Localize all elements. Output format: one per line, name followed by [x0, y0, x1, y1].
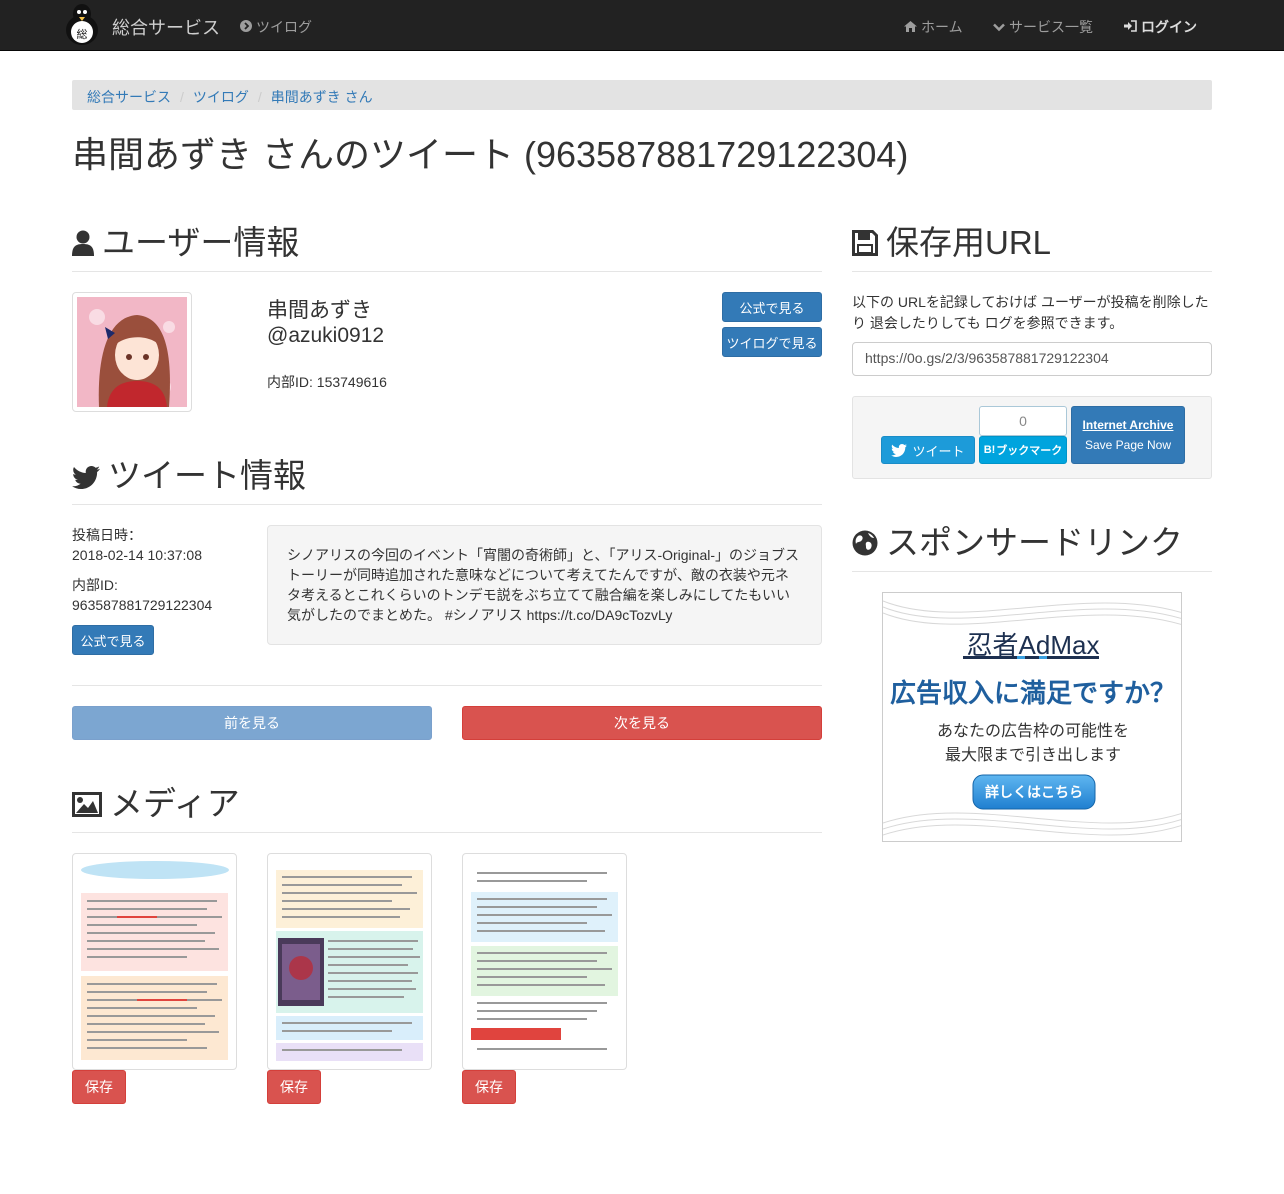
brand-link[interactable]: 総合サービス — [112, 14, 220, 40]
sponsor-ad-banner[interactable]: 忍者AdMax 広告収入に満足ですか？ あなたの広告枠の可能性を 最大限まで引き… — [882, 592, 1182, 842]
twitter-bird-icon — [72, 459, 100, 497]
page-title: 串間あずき さんのツイート (963587881729122304) — [72, 134, 909, 175]
hatena-b-icon: B! — [983, 444, 996, 456]
tweet-id-value: 963587881729122304 — [72, 597, 213, 613]
view-official-user-button[interactable]: 公式で見る — [722, 292, 822, 322]
next-tweet-button[interactable]: 次を見る — [462, 706, 822, 740]
save-url-field[interactable]: https://0o.gs/2/3/963587881729122304 — [852, 342, 1212, 376]
svg-text:総: 総 — [77, 27, 88, 41]
archive-title: Internet Archive — [1082, 418, 1174, 432]
ad-cta-button[interactable]: 詳しくはこちら — [973, 782, 1095, 802]
breadcrumb: 総合サービス / ツイログ / 串間あずき さん — [72, 80, 1212, 110]
media-thumbnail[interactable] — [462, 853, 627, 1070]
ad-line-1: あなたの広告枠の可能性を — [936, 723, 1129, 740]
user-icon — [72, 226, 94, 264]
save-media-button[interactable]: 保存 — [267, 1070, 321, 1104]
chevron-circle-right-icon — [240, 19, 252, 35]
save-url-description: 以下の URLを記録しておけば ユーザーが投稿を削除したり 退会したりしても ロ… — [852, 294, 1209, 331]
nav-home[interactable]: ホーム — [904, 17, 963, 37]
save-url-heading: 保存用URL — [852, 216, 1051, 264]
posted-at-label: 投稿日時： — [72, 527, 142, 543]
image-icon — [72, 787, 102, 825]
sponsor-heading: スポンサードリンク — [852, 516, 1183, 564]
breadcrumb-separator: / — [180, 89, 184, 105]
previous-tweet-button[interactable]: 前を見る — [72, 706, 432, 740]
nav-tsuilog[interactable]: ツイログ — [240, 17, 312, 37]
chevron-down-icon — [993, 19, 1005, 35]
ad-headline: 広告収入に満足ですか？ — [889, 678, 1176, 708]
divider — [72, 832, 822, 833]
globe-icon — [852, 526, 878, 564]
divider — [852, 271, 1212, 272]
media-thumbnail[interactable] — [72, 853, 237, 1070]
view-tsuilog-button[interactable]: ツイログで見る — [722, 327, 822, 357]
ad-brand: 忍者AdMax — [966, 630, 1100, 660]
user-handle: @azuki0912 — [267, 324, 385, 347]
hatena-count: 0 — [979, 406, 1067, 436]
breadcrumb-item-user[interactable]: 串間あずき さん — [271, 89, 373, 105]
breadcrumb-separator: / — [257, 89, 262, 105]
breadcrumb-item-home[interactable]: 総合サービス — [87, 89, 171, 105]
ad-line-2: 最大限まで引き出します — [944, 747, 1121, 764]
user-info-heading: ユーザー情報 — [72, 216, 299, 264]
divider — [852, 571, 1212, 572]
twitter-bird-icon — [891, 443, 908, 457]
internet-archive-button[interactable]: Internet Archive Save Page Now — [1071, 406, 1185, 464]
share-panel: ツイート 0 B! ブックマーク Internet Archive Save Pa… — [852, 396, 1212, 479]
top-navbar: 総 総合サービス ツイログ ホーム サービス一覧 ログイン — [0, 0, 1284, 51]
view-official-tweet-button[interactable]: 公式で見る — [72, 625, 154, 655]
save-media-button[interactable]: 保存 — [462, 1070, 516, 1104]
divider — [72, 271, 822, 272]
media-heading: メディア — [72, 777, 240, 825]
posted-at-value: 2018-02-14 10:37:08 — [72, 547, 202, 563]
tweet-share-button[interactable]: ツイート — [881, 436, 975, 464]
divider — [72, 685, 822, 686]
breadcrumb-item-tsuilog[interactable]: ツイログ — [193, 89, 249, 105]
floppy-disk-icon — [852, 226, 878, 264]
tweet-id-label: 内部ID: — [72, 577, 118, 593]
user-display-name: 串間あずき — [267, 299, 372, 322]
user-internal-id: 内部ID: 153749616 — [267, 374, 387, 390]
nav-services-dropdown[interactable]: サービス一覧 — [993, 17, 1093, 37]
media-thumbnail[interactable] — [267, 853, 432, 1070]
penguin-logo-icon[interactable]: 総 — [62, 2, 102, 46]
archive-subtitle: Save Page Now — [1084, 438, 1172, 452]
hatena-bookmark-button[interactable]: B! ブックマーク — [979, 436, 1067, 464]
nav-login[interactable]: ログイン — [1124, 17, 1197, 37]
home-icon — [904, 19, 917, 35]
tweet-text: シノアリスの今回のイベント「宵闇の奇術師」と、「アリス-Original-」のジ… — [267, 525, 822, 645]
tweet-info-heading: ツイート情報 — [72, 449, 306, 497]
divider — [72, 504, 822, 505]
save-media-button[interactable]: 保存 — [72, 1070, 126, 1104]
avatar — [72, 292, 192, 412]
sign-in-icon — [1124, 19, 1137, 35]
